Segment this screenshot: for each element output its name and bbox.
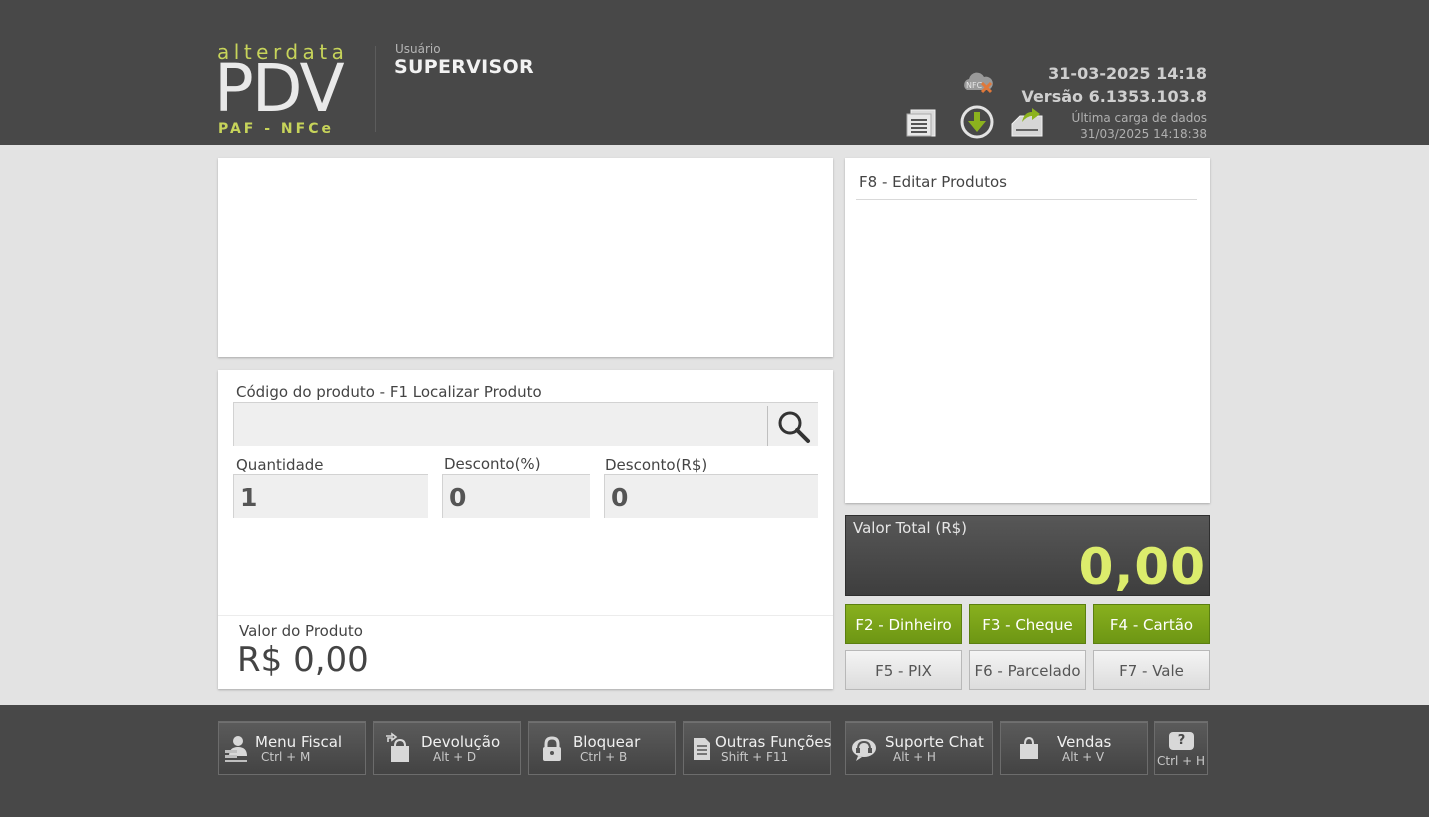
- lock-icon: [541, 736, 563, 766]
- suporte-chat-label: Suporte Chat: [885, 733, 984, 751]
- header-version: Versão 6.1353.103.8: [1021, 87, 1207, 106]
- menu-fiscal-label: Menu Fiscal: [255, 733, 343, 751]
- payment-cheque-button[interactable]: F3 - Cheque: [969, 604, 1086, 644]
- document-list-icon[interactable]: [905, 108, 939, 138]
- bloquear-button[interactable]: Bloquear Ctrl + B: [528, 721, 676, 775]
- user-label: Usuário: [395, 42, 441, 56]
- menu-fiscal-shortcut: Ctrl + M: [261, 750, 311, 764]
- quantity-label: Quantidade: [236, 456, 324, 474]
- product-value: R$ 0,00: [237, 640, 369, 680]
- return-bag-icon: [384, 732, 412, 768]
- header-datetime: 31-03-2025 14:18: [1048, 64, 1207, 83]
- user-name: SUPERVISOR: [394, 56, 534, 78]
- discount-brl-label: Desconto(R$): [605, 456, 708, 474]
- product-display-panel: [218, 158, 833, 357]
- product-value-label: Valor do Produto: [239, 622, 363, 640]
- discount-brl-input[interactable]: 0: [604, 474, 818, 518]
- vendas-button[interactable]: Vendas Alt + V: [1000, 721, 1148, 775]
- payment-card-button[interactable]: F4 - Cartão: [1093, 604, 1210, 644]
- payment-installment-button[interactable]: F6 - Parcelado: [969, 650, 1086, 690]
- products-list-divider: [856, 199, 1197, 200]
- help-button[interactable]: ? Ctrl + H: [1154, 721, 1208, 775]
- product-code-input[interactable]: [233, 402, 818, 446]
- vendas-shortcut: Alt + V: [1062, 750, 1105, 764]
- download-icon[interactable]: [959, 104, 995, 140]
- total-box: Valor Total (R$) 0,00: [845, 515, 1210, 596]
- headset-chat-icon: [850, 736, 878, 766]
- shopping-bag-icon: [1018, 736, 1040, 764]
- svg-text:NFC: NFC: [966, 81, 983, 90]
- suporte-chat-shortcut: Alt + H: [893, 750, 936, 764]
- product-value-divider: [218, 615, 833, 616]
- document-icon: [692, 736, 712, 766]
- total-value: 0,00: [1078, 538, 1206, 596]
- discount-pct-label: Desconto(%): [444, 455, 541, 473]
- bloquear-shortcut: Ctrl + B: [580, 750, 628, 764]
- suporte-chat-button[interactable]: Suporte Chat Alt + H: [845, 721, 993, 775]
- search-product-button[interactable]: [767, 406, 817, 446]
- outras-funcoes-button[interactable]: Outras Funções Shift + F11: [683, 721, 831, 775]
- search-icon: [778, 411, 810, 443]
- total-label: Valor Total (R$): [853, 519, 968, 537]
- edit-products-title: F8 - Editar Produtos: [859, 173, 1007, 191]
- payment-pix-button[interactable]: F5 - PIX: [845, 650, 962, 690]
- vendas-label: Vendas: [1057, 733, 1112, 751]
- devolucao-label: Devolução: [421, 733, 501, 751]
- nfce-cloud-error-icon[interactable]: NFC: [961, 70, 995, 96]
- outras-funcoes-label: Outras Funções: [715, 733, 832, 751]
- logo-pdv-text: PDV: [214, 50, 345, 127]
- logo-paf-nfce-text: PAF - NFCe: [218, 121, 334, 137]
- outras-funcoes-shortcut: Shift + F11: [721, 750, 789, 764]
- header-divider: [375, 46, 376, 132]
- fiscal-user-icon: [223, 734, 251, 768]
- export-icon[interactable]: [1010, 106, 1046, 138]
- payment-voucher-button[interactable]: F7 - Vale: [1093, 650, 1210, 690]
- discount-pct-input[interactable]: 0: [442, 474, 590, 518]
- menu-fiscal-button[interactable]: Menu Fiscal Ctrl + M: [218, 721, 366, 775]
- product-code-label: Código do produto - F1 Localizar Produto: [236, 383, 542, 401]
- devolucao-shortcut: Alt + D: [433, 750, 477, 764]
- products-list-panel[interactable]: [845, 158, 1210, 503]
- payment-cash-button[interactable]: F2 - Dinheiro: [845, 604, 962, 644]
- last-load-value: 31/03/2025 14:18:38: [1080, 127, 1207, 141]
- help-icon: ?: [1169, 732, 1194, 750]
- devolucao-button[interactable]: Devolução Alt + D: [373, 721, 521, 775]
- last-load-label: Última carga de dados: [1071, 111, 1207, 125]
- bloquear-label: Bloquear: [573, 733, 641, 751]
- quantity-input[interactable]: 1: [233, 474, 428, 518]
- help-shortcut: Ctrl + H: [1157, 754, 1206, 768]
